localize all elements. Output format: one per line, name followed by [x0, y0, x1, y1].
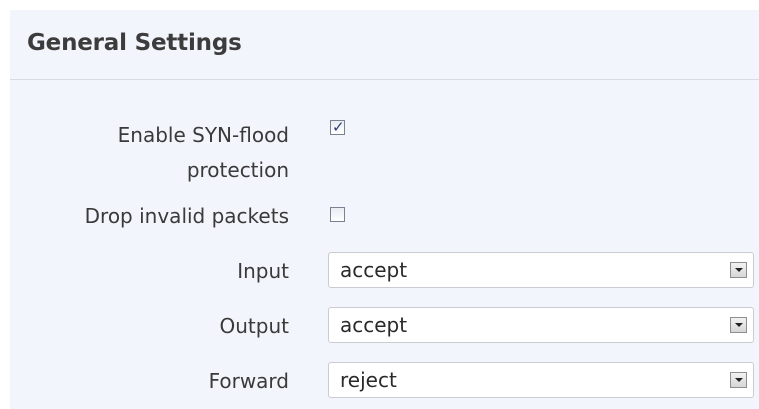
- syn-flood-label-line1: Enable SYN-flood: [117, 123, 289, 147]
- title-divider: [10, 79, 759, 80]
- forward-select[interactable]: reject: [328, 362, 754, 398]
- input-label: Input: [237, 259, 289, 283]
- checkmark-icon: ✓: [332, 118, 345, 136]
- drop-invalid-label: Drop invalid packets: [84, 204, 289, 228]
- output-label: Output: [219, 314, 289, 338]
- forward-label: Forward: [208, 369, 289, 393]
- syn-flood-checkbox[interactable]: ✓: [330, 118, 345, 136]
- chevron-down-icon[interactable]: [730, 372, 747, 388]
- output-select[interactable]: accept: [328, 307, 754, 343]
- chevron-down-icon[interactable]: [730, 262, 747, 278]
- drop-invalid-checkbox[interactable]: [330, 207, 345, 222]
- section-title: General Settings: [27, 30, 242, 56]
- syn-flood-label-line2: protection: [186, 158, 289, 182]
- input-select-value: accept: [340, 258, 408, 282]
- output-select-value: accept: [340, 313, 408, 337]
- chevron-down-icon[interactable]: [730, 317, 747, 333]
- input-select[interactable]: accept: [328, 252, 754, 288]
- general-settings-panel: General Settings Enable SYN-flood protec…: [10, 10, 759, 409]
- forward-select-value: reject: [340, 368, 397, 392]
